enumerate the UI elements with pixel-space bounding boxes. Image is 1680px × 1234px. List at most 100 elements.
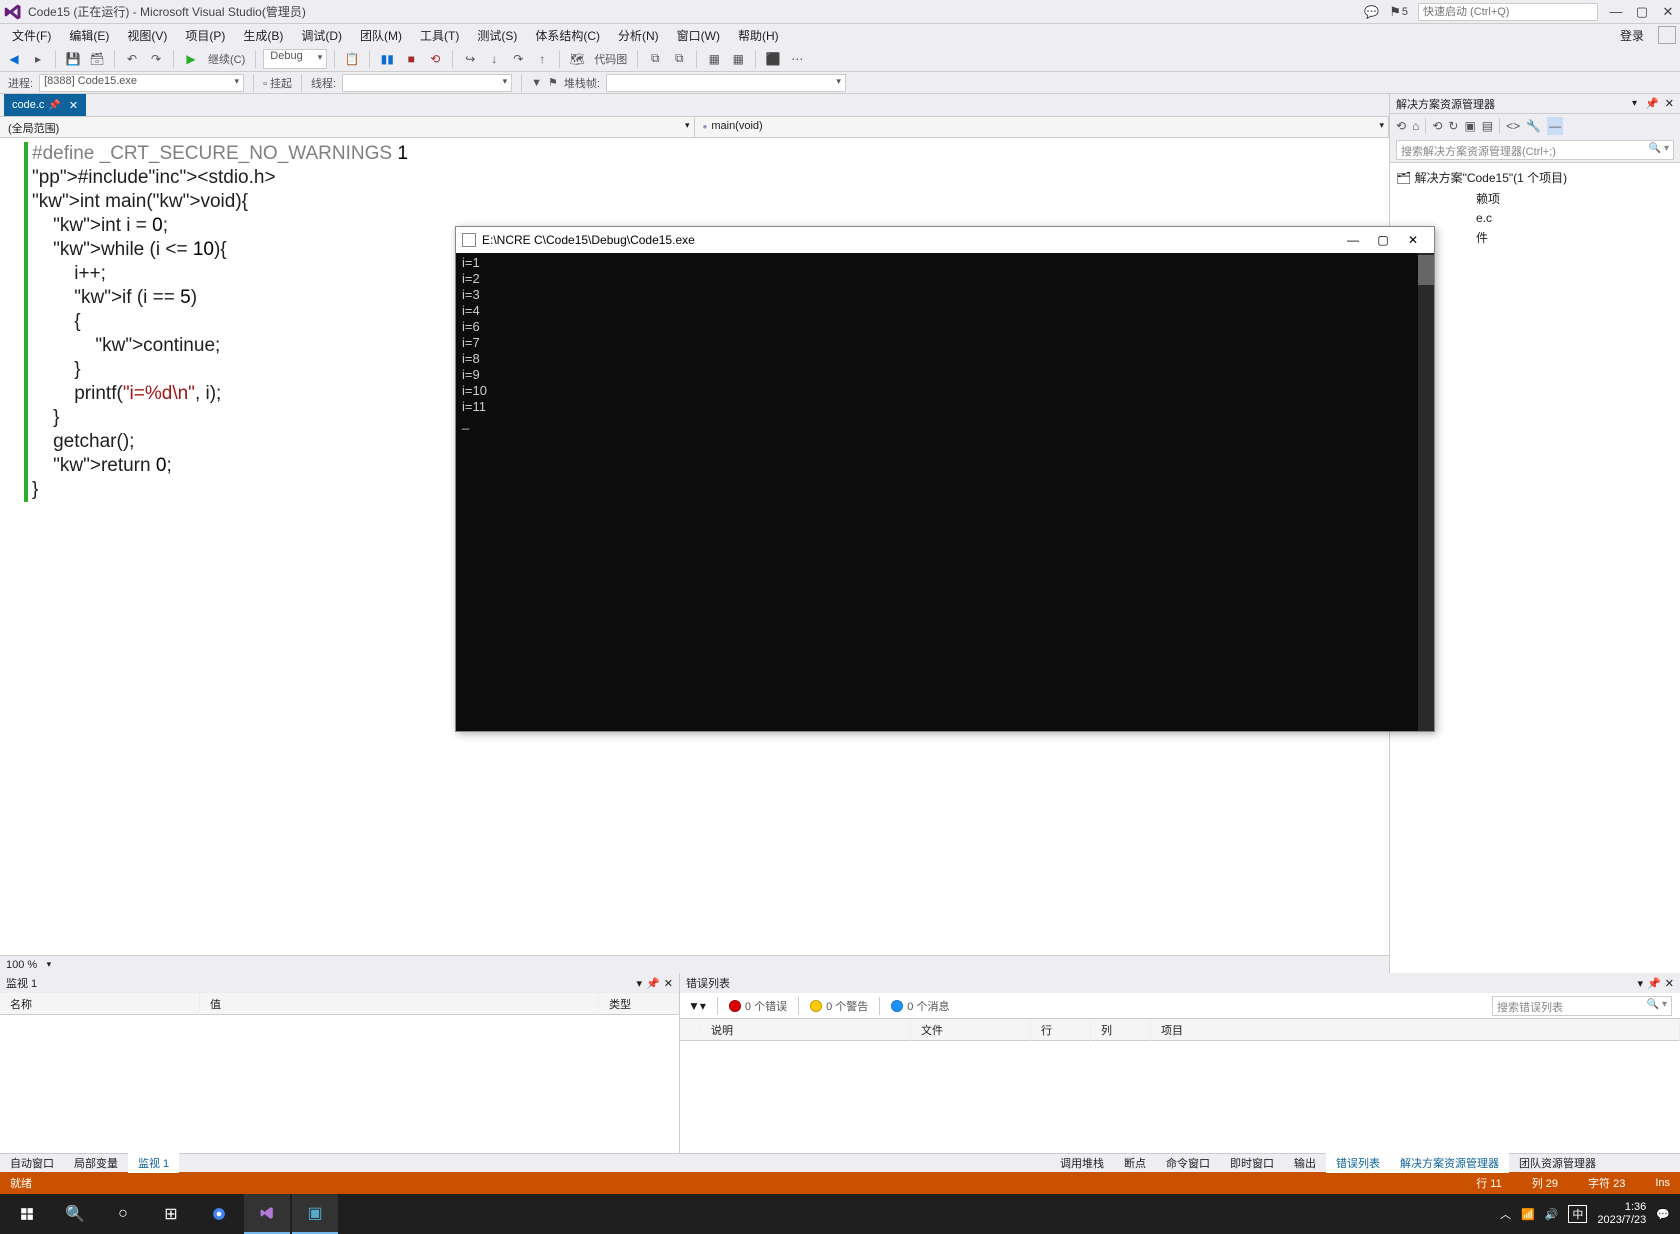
- tab-code-c[interactable]: code.c 📌 ✕: [4, 94, 86, 116]
- menu-file[interactable]: 文件(F): [4, 25, 59, 46]
- continue-icon[interactable]: ▶: [181, 49, 201, 69]
- menu-window[interactable]: 窗口(W): [669, 25, 728, 46]
- se-refresh-icon[interactable]: ↻: [1448, 119, 1458, 133]
- panel-pin-icon[interactable]: 📌: [646, 977, 660, 990]
- menu-team[interactable]: 团队(M): [352, 25, 410, 46]
- stackframe-combo[interactable]: [606, 74, 846, 92]
- filter-icon[interactable]: ▼: [531, 77, 542, 89]
- menu-architecture[interactable]: 体系结构(C): [527, 25, 608, 46]
- se-prop-icon[interactable]: 🔧: [1526, 119, 1541, 133]
- pause-icon[interactable]: ▮▮: [377, 49, 397, 69]
- codemap-label[interactable]: 代码图: [591, 51, 630, 67]
- scope-global-combo[interactable]: (全局范围): [0, 117, 695, 137]
- restart-icon[interactable]: ⟲: [425, 49, 445, 69]
- bookmark-icon[interactable]: ⬛: [763, 49, 783, 69]
- save-icon[interactable]: 💾: [63, 49, 83, 69]
- console-output[interactable]: i=1i=2i=3i=4i=6i=7i=8i=9i=10i=11_: [456, 253, 1434, 731]
- bottom-tab[interactable]: 命令窗口: [1156, 1153, 1220, 1173]
- console-icon[interactable]: ▣: [292, 1194, 338, 1234]
- process-combo[interactable]: [8388] Code15.exe: [39, 74, 244, 92]
- codemap-icon[interactable]: 🗺: [567, 49, 587, 69]
- visualstudio-icon[interactable]: [244, 1194, 290, 1234]
- console-maximize-button[interactable]: ▢: [1368, 233, 1398, 247]
- tb-misc1-icon[interactable]: ⧉: [645, 49, 665, 69]
- menu-debug[interactable]: 调试(D): [293, 25, 350, 46]
- watch-col-value[interactable]: 值: [200, 993, 599, 1015]
- notification-flag[interactable]: ⚑5: [1389, 4, 1408, 20]
- undo-icon[interactable]: ↶: [122, 49, 142, 69]
- watch-col-name[interactable]: 名称: [0, 993, 200, 1015]
- step-next-icon[interactable]: ↪: [460, 49, 480, 69]
- bottom-tab[interactable]: 错误列表: [1326, 1153, 1390, 1173]
- step-into-icon[interactable]: ↓: [484, 49, 504, 69]
- tb-misc2-icon[interactable]: ⧉: [669, 49, 689, 69]
- watch-body[interactable]: [0, 1015, 679, 1153]
- se-showall-icon[interactable]: ▤: [1482, 119, 1493, 133]
- menu-project[interactable]: 项目(P): [177, 25, 233, 46]
- error-search-input[interactable]: 搜索错误列表: [1492, 996, 1672, 1016]
- bottom-tab[interactable]: 自动窗口: [0, 1153, 64, 1173]
- step-out-icon[interactable]: ↑: [532, 49, 552, 69]
- close-button[interactable]: ✕: [1660, 4, 1676, 20]
- panel-menu-icon[interactable]: ▾: [637, 977, 643, 990]
- panel-close-icon[interactable]: ✕: [664, 977, 673, 990]
- console-close-button[interactable]: ✕: [1398, 233, 1428, 247]
- nav-back-icon[interactable]: ◀: [4, 49, 24, 69]
- se-collapse-icon[interactable]: ▣: [1464, 119, 1475, 133]
- tb-misc4-icon[interactable]: ▦: [728, 49, 748, 69]
- tree-node[interactable]: 件: [1396, 227, 1674, 248]
- sign-in-link[interactable]: 登录: [1620, 27, 1650, 44]
- warnings-filter[interactable]: 0 个警告: [810, 998, 868, 1014]
- minimize-button[interactable]: —: [1608, 4, 1624, 19]
- cortana-icon[interactable]: ○: [100, 1194, 146, 1234]
- error-body[interactable]: [680, 1041, 1680, 1153]
- filter-icon[interactable]: ▼▾: [688, 999, 706, 1013]
- console-title-bar[interactable]: E:\NCRE C\Code15\Debug\Code15.exe — ▢ ✕: [456, 227, 1434, 253]
- quick-launch-input[interactable]: [1418, 3, 1598, 21]
- wifi-icon[interactable]: 📶: [1521, 1208, 1535, 1221]
- bottom-tab[interactable]: 输出: [1284, 1153, 1326, 1173]
- tab-close-icon[interactable]: ✕: [65, 99, 78, 112]
- tb-icon[interactable]: 📋: [342, 49, 362, 69]
- maximize-button[interactable]: ▢: [1634, 4, 1650, 20]
- tree-node[interactable]: e.c: [1396, 209, 1674, 227]
- panel-close-icon[interactable]: ✕: [1665, 97, 1674, 110]
- menu-tools[interactable]: 工具(T): [412, 25, 467, 46]
- tb-misc5-icon[interactable]: ⋯: [787, 49, 807, 69]
- watch-col-type[interactable]: 类型: [599, 993, 679, 1015]
- bottom-tab[interactable]: 局部变量: [64, 1153, 128, 1173]
- chrome-icon[interactable]: [196, 1194, 242, 1234]
- ime-indicator[interactable]: 中: [1568, 1205, 1587, 1223]
- taskview-icon[interactable]: ⊞: [148, 1194, 194, 1234]
- bottom-tab[interactable]: 调用堆栈: [1050, 1153, 1114, 1173]
- panel-pin-icon[interactable]: 📌: [1647, 977, 1661, 990]
- suspend-button[interactable]: ▫ 挂起: [263, 75, 292, 91]
- zoom-combo[interactable]: 100 %: [6, 959, 51, 971]
- pin-icon[interactable]: 📌: [48, 100, 60, 111]
- messages-filter[interactable]: 0 个消息: [891, 998, 949, 1014]
- err-col-project[interactable]: 项目: [1151, 1019, 1680, 1041]
- notifications-icon[interactable]: 💬: [1656, 1208, 1670, 1221]
- continue-label[interactable]: 继续(C): [205, 51, 248, 67]
- search-icon[interactable]: 🔍: [52, 1194, 98, 1234]
- start-button[interactable]: [4, 1194, 50, 1234]
- console-scrollbar[interactable]: [1418, 253, 1434, 731]
- menu-test[interactable]: 测试(S): [469, 25, 525, 46]
- err-col-line[interactable]: 行: [1031, 1019, 1091, 1041]
- se-sync-icon[interactable]: ⟲: [1432, 119, 1442, 133]
- avatar-icon[interactable]: [1658, 26, 1676, 44]
- se-nav-icon[interactable]: ⌂: [1412, 119, 1419, 133]
- clock[interactable]: 1:36 2023/7/23: [1597, 1201, 1646, 1227]
- console-window[interactable]: E:\NCRE C\Code15\Debug\Code15.exe — ▢ ✕ …: [455, 226, 1435, 732]
- err-col-col[interactable]: 列: [1091, 1019, 1151, 1041]
- nav-fwd-icon[interactable]: ▸: [28, 49, 48, 69]
- panel-pin-icon[interactable]: 📌: [1645, 97, 1659, 110]
- menu-view[interactable]: 视图(V): [119, 25, 175, 46]
- config-combo[interactable]: Debug: [263, 49, 327, 69]
- console-minimize-button[interactable]: —: [1338, 233, 1368, 247]
- err-col-file[interactable]: 文件: [911, 1019, 1031, 1041]
- err-col-desc[interactable]: 说明: [701, 1019, 911, 1041]
- bottom-tab[interactable]: 即时窗口: [1220, 1153, 1284, 1173]
- panel-menu-icon[interactable]: ▾: [1632, 98, 1639, 109]
- panel-menu-icon[interactable]: ▾: [1638, 977, 1644, 990]
